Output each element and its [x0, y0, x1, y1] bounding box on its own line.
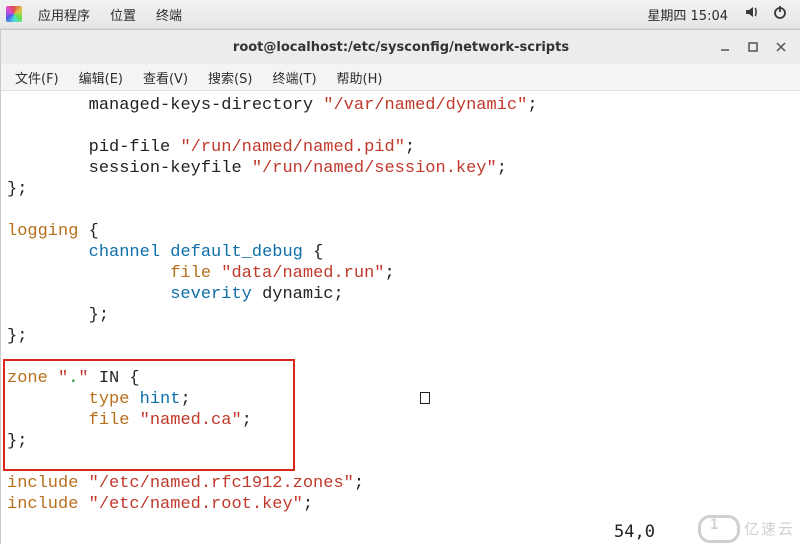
terminal-app-menu[interactable]: 终端	[146, 5, 192, 24]
str-pid: "/run/named/named.pid"	[180, 138, 404, 157]
id-default-debug: default_debug	[170, 243, 303, 262]
str-var-named: "/var/named/dynamic"	[323, 96, 527, 115]
kw-file-2: file	[89, 411, 130, 430]
kw-zone: zone	[7, 369, 48, 388]
menu-edit[interactable]: 编辑(E)	[69, 68, 133, 87]
kw-include-2: include	[7, 495, 78, 514]
menu-help[interactable]: 帮助(H)	[327, 68, 393, 87]
power-icon[interactable]	[766, 4, 794, 24]
zone-dot: .	[68, 369, 78, 388]
watermark-text: 亿速云	[744, 519, 795, 540]
kw-severity: severity	[170, 285, 252, 304]
str-rfc1912: "/etc/named.rfc1912.zones"	[89, 474, 354, 493]
kw-file: file	[170, 264, 211, 283]
minimize-button[interactable]	[711, 33, 739, 61]
hint: hint	[140, 390, 181, 409]
code-block: managed-keys-directory "/var/named/dynam…	[7, 95, 795, 515]
kw-managed-keys: managed-keys-directory	[89, 96, 324, 115]
kw-pid-file: pid-file	[89, 138, 181, 157]
watermark: 亿速云	[698, 515, 795, 543]
str-session: "/run/named/session.key"	[252, 159, 497, 178]
kw-session-keyfile: session-keyfile	[89, 159, 252, 178]
applications-menu[interactable]: 应用程序	[28, 5, 100, 24]
titlebar[interactable]: root@localhost:/etc/sysconfig/network-sc…	[1, 30, 800, 64]
terminal-window: root@localhost:/etc/sysconfig/network-sc…	[0, 29, 800, 544]
activities-icon	[6, 6, 22, 22]
menubar: 文件(F) 编辑(E) 查看(V) 搜索(S) 终端(T) 帮助(H)	[1, 64, 800, 91]
kw-include-1: include	[7, 474, 78, 493]
brace-close: };	[7, 180, 27, 199]
kw-type: type	[89, 390, 130, 409]
clock[interactable]: 星期四 15:04	[637, 5, 738, 24]
kw-logging: logging	[7, 222, 78, 241]
str-data-named-run: "data/named.run"	[221, 264, 384, 283]
window-title: root@localhost:/etc/sysconfig/network-sc…	[233, 40, 569, 55]
str-root-key: "/etc/named.root.key"	[89, 495, 303, 514]
window-controls	[711, 30, 795, 64]
menu-search[interactable]: 搜索(S)	[198, 68, 262, 87]
zone-in: IN {	[89, 369, 140, 388]
places-menu[interactable]: 位置	[100, 5, 146, 24]
kw-channel: channel	[89, 243, 160, 262]
val-dynamic: dynamic;	[262, 285, 344, 304]
menu-file[interactable]: 文件(F)	[5, 68, 69, 87]
close-button[interactable]	[767, 33, 795, 61]
gnome-top-panel: 应用程序 位置 终端 星期四 15:04	[0, 0, 800, 29]
terminal-content[interactable]: managed-keys-directory "/var/named/dynam…	[1, 91, 800, 544]
maximize-button[interactable]	[739, 33, 767, 61]
volume-icon[interactable]	[738, 4, 766, 24]
menu-view[interactable]: 查看(V)	[133, 68, 198, 87]
menu-terminal[interactable]: 终端(T)	[262, 68, 326, 87]
str-named-ca: "named.ca"	[140, 411, 242, 430]
cloud-icon	[698, 515, 740, 543]
cursor-icon	[420, 392, 430, 404]
editor-status-position: 54,0	[614, 522, 655, 543]
